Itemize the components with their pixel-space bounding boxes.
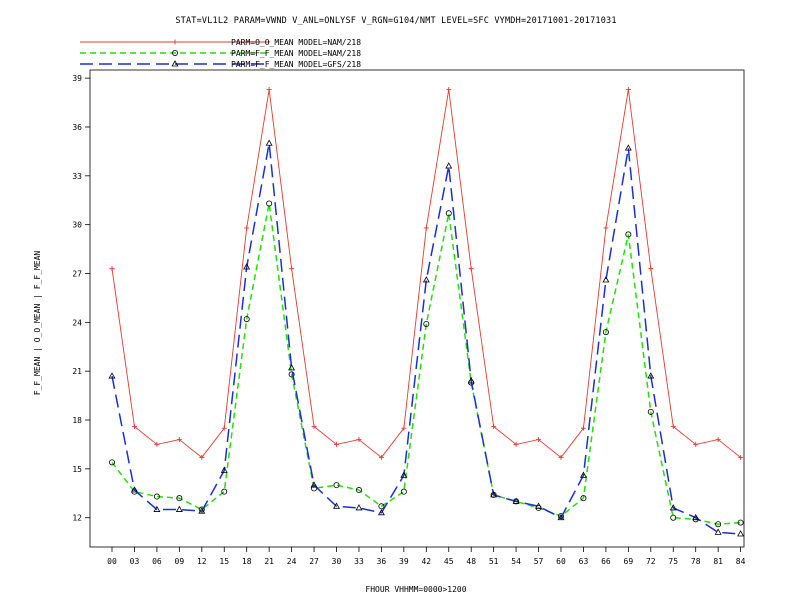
x-axis-label: FHOUR VHHMM=0000>1200 xyxy=(365,585,466,594)
y-tick-label: 33 xyxy=(72,172,82,181)
series-1 xyxy=(109,87,744,460)
x-tick-label: 03 xyxy=(130,557,140,566)
legend: PARM=O_O_MEAN MODEL=NAM/218 PARM=F_F_MEAN… xyxy=(80,38,361,69)
series-point xyxy=(737,530,745,537)
x-tick-label: 57 xyxy=(534,557,544,566)
x-tick-label: 18 xyxy=(242,557,252,566)
legend-label: PARM=F_F_MEAN MODEL=NAM/218 xyxy=(231,49,361,58)
series-point xyxy=(468,266,474,272)
y-tick-label: 15 xyxy=(72,465,82,474)
x-tick-label: 78 xyxy=(691,557,701,566)
x-tick-label: 75 xyxy=(668,557,678,566)
series-point xyxy=(603,225,609,231)
series-point xyxy=(265,139,273,146)
series-line xyxy=(111,89,741,459)
series-point xyxy=(625,87,631,93)
series-point xyxy=(266,87,272,93)
x-tick-label: 12 xyxy=(197,557,207,566)
x-tick-label: 24 xyxy=(287,557,297,566)
y-tick-label: 24 xyxy=(72,318,82,327)
y-axis: 12 15 18 21 24 27 30 33 36 39 xyxy=(72,74,90,523)
legend-item: PARM=F_F_MEAN MODEL=NAM/218 xyxy=(80,49,361,58)
line-chart: STAT=VL1L2 PARAM=VWND V_ANL=ONLYSF V_RGN… xyxy=(33,16,746,594)
legend-label: PARM=O_O_MEAN MODEL=NAM/218 xyxy=(231,38,361,47)
series-3 xyxy=(108,139,745,537)
x-tick-label: 21 xyxy=(264,557,274,566)
series-point xyxy=(221,488,228,495)
series-point xyxy=(109,266,115,272)
x-tick-label: 06 xyxy=(152,557,162,566)
x-tick-label: 45 xyxy=(444,557,454,566)
x-tick-label: 48 xyxy=(466,557,476,566)
series-point xyxy=(289,266,295,272)
y-tick-label: 36 xyxy=(72,123,82,132)
x-tick-label: 51 xyxy=(489,557,499,566)
series-point xyxy=(244,225,250,231)
series-line xyxy=(111,203,741,525)
series-point xyxy=(266,200,273,207)
x-tick-label: 54 xyxy=(511,557,521,566)
x-tick-label: 00 xyxy=(107,557,117,566)
x-tick-label: 09 xyxy=(175,557,185,566)
series-point xyxy=(355,504,363,511)
legend-label: PARM=F_F_MEAN MODEL=GFS/218 xyxy=(231,60,361,69)
x-tick-label: 84 xyxy=(736,557,746,566)
x-tick-label: 30 xyxy=(332,557,342,566)
y-tick-label: 21 xyxy=(72,367,82,376)
x-tick-label: 60 xyxy=(556,557,566,566)
series-point xyxy=(172,39,178,45)
series-line xyxy=(111,143,741,535)
y-tick-label: 39 xyxy=(72,74,82,83)
x-tick-label: 33 xyxy=(354,557,364,566)
x-axis: 00 03 06 09 12 15 18 21 24 27 30 33 36 39 42 45 48 51 54 57… xyxy=(107,547,746,566)
y-tick-label: 12 xyxy=(72,514,82,523)
y-tick-label: 18 xyxy=(72,416,82,425)
x-tick-label: 36 xyxy=(377,557,387,566)
series-point xyxy=(445,162,453,169)
x-tick-label: 27 xyxy=(309,557,319,566)
y-axis-label: F_F_MEAN | O_O_MEAN | F_F_MEAN xyxy=(33,251,42,396)
y-tick-label: 27 xyxy=(72,269,82,278)
x-tick-label: 63 xyxy=(579,557,589,566)
series-point xyxy=(400,488,407,495)
legend-item: PARM=O_O_MEAN MODEL=NAM/218 xyxy=(80,38,361,47)
x-tick-label: 42 xyxy=(421,557,431,566)
series-point xyxy=(602,276,610,283)
x-tick-label: 81 xyxy=(713,557,723,566)
x-tick-label: 15 xyxy=(219,557,229,566)
legend-item: PARM=F_F_MEAN MODEL=GFS/218 xyxy=(80,60,361,69)
series-layer xyxy=(108,87,745,537)
y-tick-label: 30 xyxy=(72,221,82,230)
x-tick-label: 72 xyxy=(646,557,656,566)
series-point xyxy=(648,266,654,272)
x-tick-label: 66 xyxy=(601,557,611,566)
x-tick-label: 39 xyxy=(399,557,409,566)
x-tick-label: 69 xyxy=(624,557,634,566)
series-point xyxy=(423,225,429,231)
chart-title: STAT=VL1L2 PARAM=VWND V_ANL=ONLYSF V_RGN… xyxy=(175,16,616,26)
series-point xyxy=(446,87,452,93)
series-point xyxy=(175,505,183,512)
